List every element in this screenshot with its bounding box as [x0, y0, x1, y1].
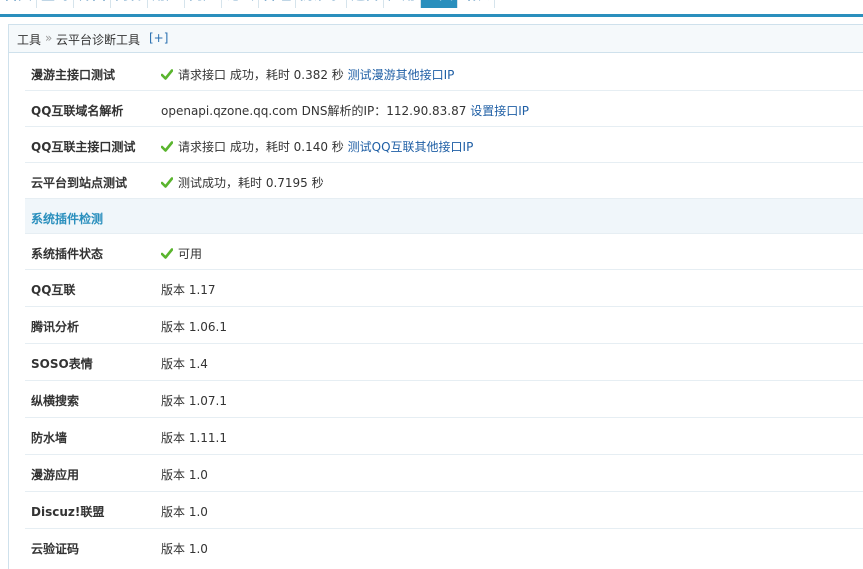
- plugin-version: 版本 1.0: [161, 542, 208, 556]
- nav-item-home[interactable]: 首页: [0, 0, 37, 8]
- plugin-name: 腾讯分析: [31, 320, 80, 334]
- table-row: QQ互联域名解析 openapi.qzone.qq.com DNS解析的IP：1…: [25, 91, 863, 127]
- plugin-version: 版本 1.07.1: [161, 394, 227, 408]
- row-status-text: 可用: [178, 247, 203, 261]
- set-api-ip-link[interactable]: 设置接口IP: [470, 104, 529, 118]
- nav-item-groups[interactable]: 群组: [259, 0, 296, 8]
- table-row: QQ互联 版本 1.17: [25, 270, 863, 307]
- table-row: 防水墙 版本 1.11.1: [25, 418, 863, 455]
- row-label: 漫游主接口测试: [31, 68, 116, 82]
- plugin-name: 纵横搜索: [31, 394, 80, 408]
- row-label: QQ互联域名解析: [31, 104, 124, 118]
- check-icon: [161, 177, 173, 188]
- row-value: 请求接口 成功，耗时 0.140 秒 测试QQ互联其他接口IP: [161, 138, 473, 155]
- row-label: 云平台到站点测试: [31, 176, 128, 190]
- check-icon: [161, 248, 173, 259]
- nav-item-interface[interactable]: 界面: [74, 0, 111, 8]
- breadcrumb-separator: »: [45, 31, 53, 45]
- table-row: 腾讯分析 版本 1.06.1: [25, 307, 863, 344]
- nav-item-operations[interactable]: 运营: [347, 0, 384, 8]
- plugin-version: 版本 1.11.1: [161, 431, 227, 445]
- page-title: 云平台诊断工具: [56, 33, 141, 47]
- test-roaming-ip-link[interactable]: 测试漫游其他接口IP: [348, 68, 455, 82]
- table-row: 漫游应用 版本 1.0: [25, 455, 863, 492]
- nav-item-apps[interactable]: 应用: [384, 0, 421, 8]
- breadcrumb: 工具 » 云平台诊断工具 [+]: [8, 24, 863, 53]
- section-title: 系统插件检测: [31, 212, 104, 226]
- content-border: [8, 52, 9, 569]
- row-status-text: 请求接口 成功，耗时 0.382 秒: [178, 68, 344, 82]
- plugin-name: 云验证码: [31, 542, 80, 556]
- table-row: 纵横搜索 版本 1.07.1: [25, 381, 863, 418]
- top-nav: 首页 全局 界面 内容 用户 门户 论坛 群组 防灌水 运营 应用 工具 站长 …: [0, 0, 863, 17]
- nav-item-anti-spam[interactable]: 防灌水: [296, 0, 347, 8]
- add-shortcut-button[interactable]: [+]: [149, 31, 168, 45]
- plugin-section-header: 系统插件检测: [25, 199, 863, 234]
- nav-item-forum[interactable]: 论坛: [222, 0, 259, 8]
- table-row: 云平台到站点测试 测试成功，耗时 0.7195 秒: [25, 163, 863, 199]
- nav-item-content[interactable]: 内容: [111, 0, 148, 8]
- row-label: QQ互联主接口测试: [31, 140, 136, 154]
- plugin-name: 防水墙: [31, 431, 68, 445]
- row-status-text: 测试成功，耗时 0.7195 秒: [178, 176, 324, 190]
- plugin-name: QQ互联: [31, 283, 76, 297]
- check-icon: [161, 69, 173, 80]
- row-value: 请求接口 成功，耗时 0.382 秒 测试漫游其他接口IP: [161, 66, 454, 83]
- plugin-name: SOSO表情: [31, 357, 93, 371]
- table-row: Discuz!联盟 版本 1.0: [25, 492, 863, 529]
- nav-item-tools[interactable]: 工具: [421, 0, 458, 8]
- plugin-version: 版本 1.0: [161, 468, 208, 482]
- nav-item-global[interactable]: 全局: [37, 0, 74, 8]
- nav-item-users[interactable]: 用户: [148, 0, 185, 8]
- row-value: openapi.qzone.qq.com DNS解析的IP：112.90.83.…: [161, 102, 529, 119]
- test-qq-connect-ip-link[interactable]: 测试QQ互联其他接口IP: [348, 140, 474, 154]
- plugin-version: 版本 1.17: [161, 283, 216, 297]
- table-row: SOSO表情 版本 1.4: [25, 344, 863, 381]
- row-value: 可用: [161, 245, 202, 262]
- breadcrumb-root[interactable]: 工具: [17, 31, 41, 48]
- nav-item-ucenter[interactable]: UCenter: [495, 0, 567, 8]
- plugin-name: Discuz!联盟: [31, 505, 105, 519]
- nav-item-webmaster[interactable]: 站长: [458, 0, 495, 8]
- row-status-text: openapi.qzone.qq.com DNS解析的IP：112.90.83.…: [161, 104, 467, 118]
- plugin-name: 漫游应用: [31, 468, 80, 482]
- plugin-version: 版本 1.4: [161, 357, 208, 371]
- nav-item-portal[interactable]: 门户: [185, 0, 222, 8]
- diagnostic-table: 漫游主接口测试 请求接口 成功，耗时 0.382 秒 测试漫游其他接口IP QQ…: [25, 55, 863, 565]
- check-icon: [161, 141, 173, 152]
- row-value: 测试成功，耗时 0.7195 秒: [161, 174, 324, 191]
- plugin-version: 版本 1.0: [161, 505, 208, 519]
- row-status-text: 请求接口 成功，耗时 0.140 秒: [178, 140, 344, 154]
- row-label: 系统插件状态: [31, 247, 104, 261]
- table-row: 系统插件状态 可用: [25, 234, 863, 270]
- plugin-version: 版本 1.06.1: [161, 320, 227, 334]
- table-row: QQ互联主接口测试 请求接口 成功，耗时 0.140 秒 测试QQ互联其他接口I…: [25, 127, 863, 163]
- table-row: 云验证码 版本 1.0: [25, 529, 863, 565]
- table-row: 漫游主接口测试 请求接口 成功，耗时 0.382 秒 测试漫游其他接口IP: [25, 55, 863, 91]
